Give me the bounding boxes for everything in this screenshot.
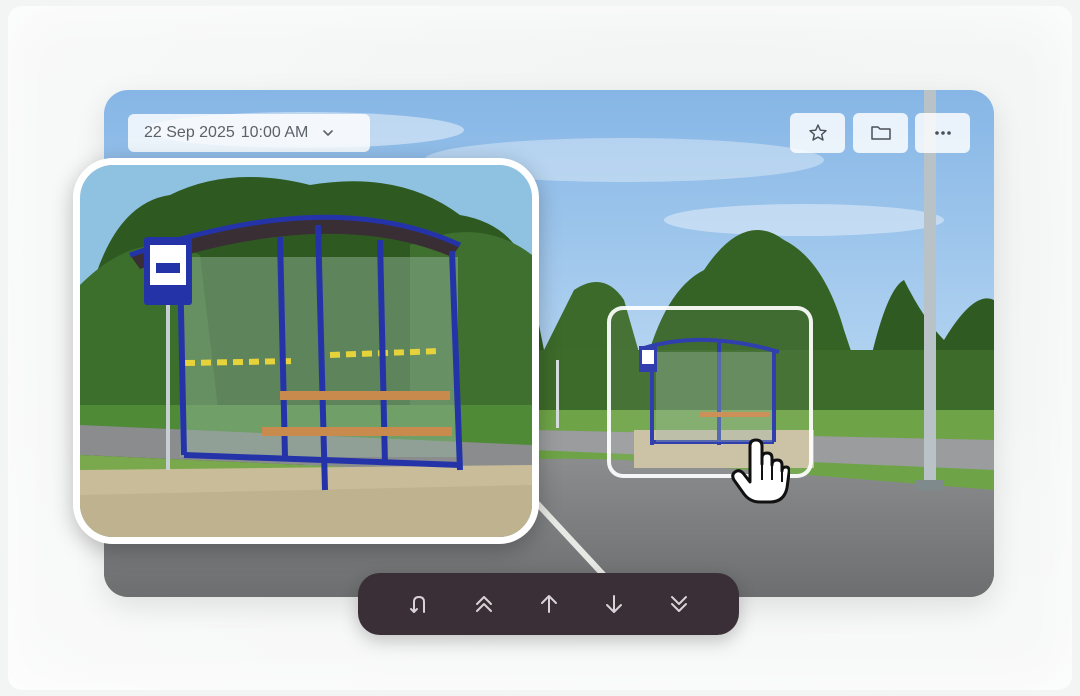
scroll-to-top-button[interactable] <box>462 582 506 626</box>
more-icon <box>934 131 951 135</box>
more-options-button[interactable] <box>915 113 970 153</box>
hand-cursor-icon <box>731 438 790 504</box>
folder-button[interactable] <box>853 113 908 153</box>
star-icon <box>808 124 827 141</box>
next-button[interactable] <box>592 582 636 626</box>
zoomed-bus-shelter <box>80 165 532 537</box>
undo-icon <box>409 595 425 613</box>
arrow-down-icon <box>605 595 622 613</box>
arrow-up-icon <box>540 595 557 613</box>
previous-button[interactable] <box>527 582 571 626</box>
date-label: 22 Sep 2025 <box>144 124 235 141</box>
scroll-to-bottom-button[interactable] <box>657 582 701 626</box>
time-label: 10:00 AM <box>240 124 309 141</box>
double-chevron-up-icon <box>475 596 492 612</box>
date-time-selector[interactable]: 22 Sep 2025 10:00 AM <box>128 114 370 152</box>
double-chevron-down-icon <box>670 596 687 612</box>
undo-button[interactable] <box>397 582 441 626</box>
zoom-preview <box>73 158 539 544</box>
navigation-toolbar <box>358 573 739 635</box>
chevron-down-icon <box>323 130 334 136</box>
folder-icon <box>870 126 891 140</box>
favorite-button[interactable] <box>790 113 845 153</box>
